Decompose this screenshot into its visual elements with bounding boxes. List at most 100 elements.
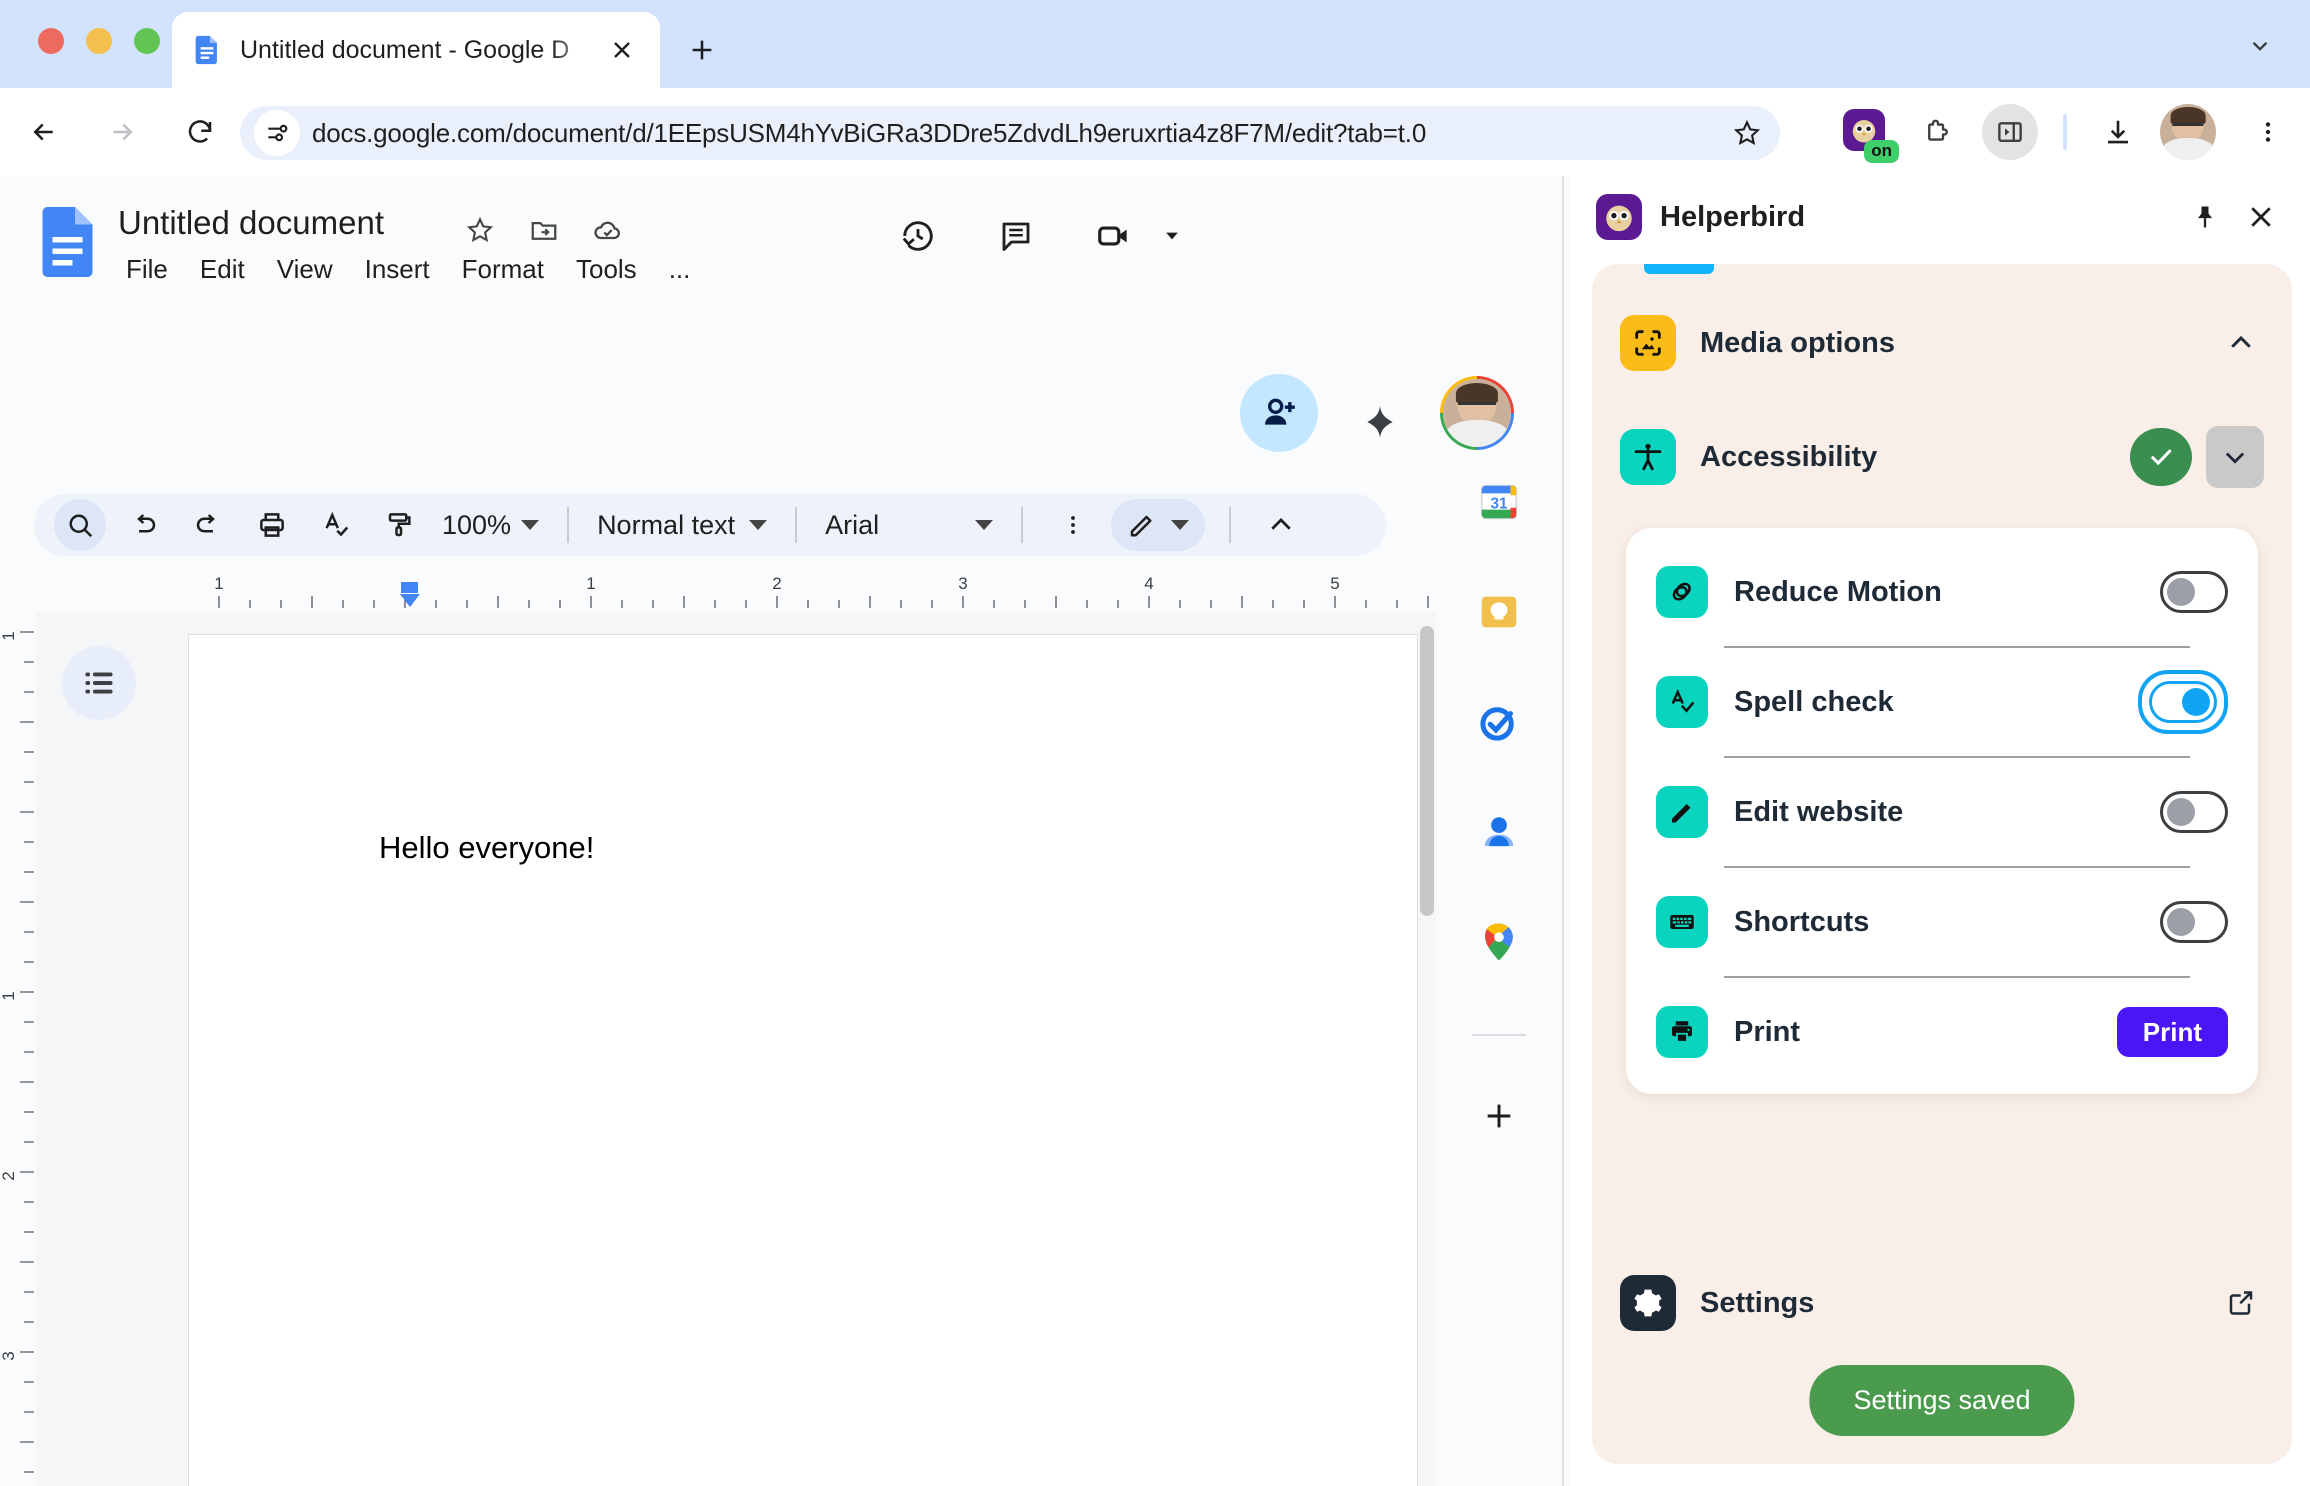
collapse-accessibility-button[interactable] [2206, 426, 2264, 488]
open-settings-button[interactable] [2218, 1280, 2264, 1326]
zoom-control[interactable]: 100% [442, 510, 539, 541]
option-reduce-motion[interactable]: Reduce Motion [1626, 538, 2258, 646]
star-document-button[interactable] [458, 208, 502, 252]
document-body-text[interactable]: Hello everyone! [379, 830, 594, 866]
add-apps-icon[interactable] [1473, 1090, 1525, 1142]
close-tab-button[interactable] [602, 30, 642, 70]
downloads-button[interactable] [2090, 104, 2146, 160]
pin-panel-button[interactable] [2182, 194, 2228, 240]
share-button[interactable] [1240, 374, 1318, 452]
downloads-icon [2103, 117, 2133, 147]
window-traffic-lights[interactable] [38, 28, 160, 54]
section-media-options[interactable]: Media options [1592, 300, 2292, 386]
google-calendar-icon[interactable]: 31 [1473, 476, 1525, 528]
svg-text:1: 1 [0, 631, 18, 640]
document-vertical-scrollbar[interactable] [1420, 626, 1434, 916]
google-tasks-icon[interactable] [1473, 696, 1525, 748]
chevron-up-icon [2226, 328, 2256, 358]
font-dropdown[interactable]: Arial [815, 510, 1003, 541]
star-icon [465, 215, 495, 245]
document-title[interactable]: Untitled document [118, 204, 384, 242]
close-window-button[interactable] [38, 28, 64, 54]
google-keep-icon[interactable] [1473, 586, 1525, 638]
close-panel-button[interactable] [2238, 194, 2284, 240]
more-toolbar-options-button[interactable] [1047, 499, 1099, 551]
google-docs-favicon [190, 33, 224, 67]
maximize-window-button[interactable] [134, 28, 160, 54]
reduce-motion-toggle[interactable] [2160, 571, 2228, 613]
svg-text:1: 1 [0, 991, 18, 1000]
extensions-button[interactable] [1910, 104, 1966, 160]
move-to-folder-button[interactable] [522, 208, 566, 252]
move-to-folder-icon [529, 215, 559, 245]
menu-tools[interactable]: Tools [560, 254, 653, 285]
option-edit-website[interactable]: Edit website [1626, 758, 2258, 866]
comments-icon [998, 218, 1034, 254]
toggle-wrapper-focused [2138, 670, 2228, 734]
tab-search-button[interactable] [2232, 18, 2288, 74]
check-icon [2147, 443, 2175, 471]
shortcuts-toggle[interactable] [2160, 901, 2228, 943]
menu-more[interactable]: ... [653, 254, 707, 285]
reload-button[interactable] [170, 102, 230, 162]
spell-check-toggle[interactable] [2149, 681, 2217, 723]
option-shortcuts[interactable]: Shortcuts [1626, 868, 2258, 976]
chevron-down-icon [521, 520, 539, 530]
address-bar-url: docs.google.com/document/d/1EEpsUSM4hYvB… [312, 118, 1426, 149]
menu-view[interactable]: View [261, 254, 349, 285]
horizontal-ruler[interactable]: 1 1 2 3 4 5 [34, 574, 1454, 610]
edit-website-toggle[interactable] [2160, 791, 2228, 833]
option-print[interactable]: Print Print [1626, 978, 2258, 1086]
minimize-window-button[interactable] [86, 28, 112, 54]
document-canvas[interactable]: Hello everyone! [36, 612, 1436, 1486]
comments-button[interactable] [988, 208, 1044, 264]
account-avatar[interactable] [1440, 376, 1514, 450]
editing-mode-button[interactable] [1111, 499, 1205, 551]
helperbird-owl-icon [1596, 194, 1642, 240]
cloud-saved-indicator[interactable] [586, 208, 630, 252]
option-spell-check[interactable]: Spell check [1626, 648, 2258, 756]
forward-button[interactable] [92, 102, 152, 162]
spelling-check-button[interactable] [310, 499, 362, 551]
helperbird-extension-button[interactable]: on [1838, 104, 1894, 160]
paragraph-style-dropdown[interactable]: Normal text [587, 510, 777, 541]
browser-tab[interactable]: Untitled document - Google D [172, 12, 660, 88]
menu-format[interactable]: Format [446, 254, 560, 285]
menu-insert[interactable]: Insert [349, 254, 446, 285]
section-settings[interactable]: Settings [1592, 1260, 2292, 1346]
chevron-down-icon [975, 520, 993, 530]
accessibility-enabled-badge[interactable] [2130, 428, 2192, 486]
gemini-button[interactable] [1352, 394, 1408, 450]
collapse-media-options-button[interactable] [2218, 320, 2264, 366]
document-outline-button[interactable] [62, 646, 136, 720]
menu-edit[interactable]: Edit [184, 254, 261, 285]
chrome-menu-button[interactable] [2240, 104, 2296, 160]
avatar-image [1443, 379, 1511, 447]
reload-icon [185, 117, 215, 147]
paint-format-button[interactable] [374, 499, 426, 551]
google-maps-icon[interactable] [1473, 916, 1525, 968]
new-tab-button[interactable] [676, 24, 728, 76]
address-bar[interactable]: docs.google.com/document/d/1EEpsUSM4hYvB… [240, 106, 1780, 160]
version-history-button[interactable] [890, 208, 946, 264]
print-button[interactable] [246, 499, 298, 551]
redo-button[interactable] [182, 499, 234, 551]
search-button[interactable] [54, 499, 106, 551]
bookmark-button[interactable] [1724, 110, 1770, 156]
side-panel-button[interactable] [1982, 104, 2038, 160]
meet-button[interactable] [1086, 208, 1142, 264]
document-page[interactable]: Hello everyone! [188, 634, 1418, 1486]
meet-camera-icon [1095, 217, 1133, 255]
section-accessibility[interactable]: Accessibility [1592, 414, 2292, 500]
chevron-down-icon [2221, 443, 2249, 471]
svg-text:31: 31 [1490, 496, 1508, 513]
google-contacts-icon[interactable] [1473, 806, 1525, 858]
meet-options-caret[interactable] [1156, 220, 1188, 252]
menu-file[interactable]: File [122, 254, 184, 285]
print-action-button[interactable]: Print [2117, 1007, 2228, 1057]
undo-button[interactable] [118, 499, 170, 551]
profile-avatar[interactable] [2160, 104, 2216, 160]
site-settings-button[interactable] [254, 110, 300, 156]
back-button[interactable] [14, 102, 74, 162]
collapse-toolbar-button[interactable] [1255, 499, 1307, 551]
